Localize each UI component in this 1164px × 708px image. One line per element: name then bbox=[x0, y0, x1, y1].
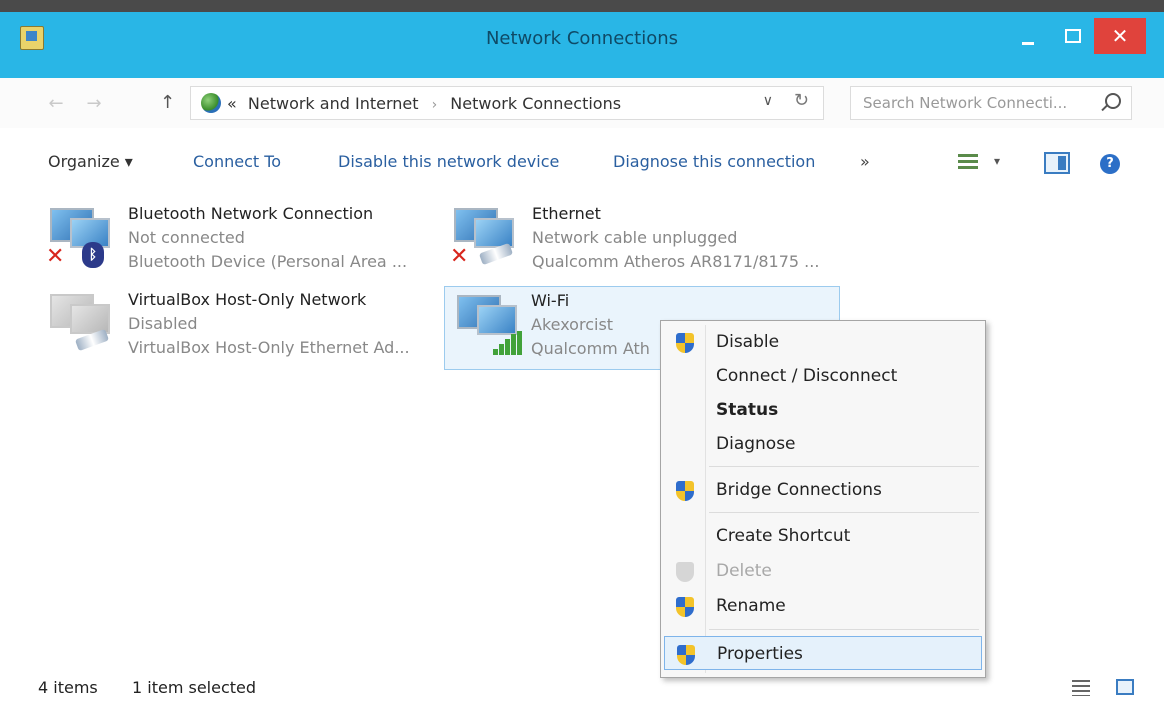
connection-device: Qualcomm Ath bbox=[531, 339, 650, 358]
menu-item-label: Delete bbox=[716, 561, 772, 581]
breadcrumb-network-and-internet[interactable]: Network and Internet bbox=[248, 94, 419, 113]
connection-device: Bluetooth Device (Personal Area ... bbox=[128, 252, 408, 271]
connection-name: Ethernet bbox=[532, 204, 601, 223]
menu-item-disable[interactable]: Disable bbox=[664, 325, 982, 359]
menu-item-properties[interactable]: Properties bbox=[664, 636, 982, 670]
title-bar[interactable]: Network Connections ✕ bbox=[0, 12, 1164, 78]
list-item-bluetooth[interactable]: ✕ ᛒ Bluetooth Network Connection Not con… bbox=[42, 200, 438, 284]
uac-shield-icon bbox=[676, 333, 694, 353]
wifi-network-icon bbox=[449, 291, 522, 355]
disable-device-button[interactable]: Disable this network device bbox=[338, 152, 559, 171]
tiles-view-icon[interactable] bbox=[1116, 679, 1134, 695]
bluetooth-icon: ᛒ bbox=[82, 242, 104, 268]
selection-count: 1 item selected bbox=[132, 678, 257, 697]
menu-separator bbox=[709, 466, 979, 467]
close-button[interactable]: ✕ bbox=[1094, 18, 1146, 54]
connection-status: Network cable unplugged bbox=[532, 228, 738, 247]
diagnose-connection-button[interactable]: Diagnose this connection bbox=[613, 152, 815, 171]
network-globe-icon bbox=[201, 93, 221, 113]
window-title: Network Connections bbox=[485, 28, 679, 49]
menu-item-label: Bridge Connections bbox=[716, 480, 882, 500]
menu-item-label: Rename bbox=[716, 596, 786, 616]
menu-separator bbox=[709, 629, 979, 630]
menu-separator bbox=[709, 512, 979, 513]
bluetooth-network-icon: ✕ ᛒ bbox=[42, 204, 110, 269]
list-item-virtualbox[interactable]: VirtualBox Host-Only Network Disabled Vi… bbox=[42, 286, 438, 370]
menu-item-delete: Delete bbox=[664, 554, 982, 588]
connection-status: Disabled bbox=[128, 314, 198, 333]
command-bar: Organize ▾ Connect To Disable this netwo… bbox=[0, 128, 1164, 200]
connection-name: Bluetooth Network Connection bbox=[128, 204, 374, 223]
connection-name: VirtualBox Host-Only Network bbox=[128, 290, 367, 309]
details-view-icon[interactable] bbox=[1072, 680, 1090, 696]
connection-device: Qualcomm Atheros AR8171/8175 ... bbox=[532, 252, 820, 271]
menu-item-label: Diagnose bbox=[716, 434, 796, 454]
menu-item-connect-disconnect[interactable]: Connect / Disconnect bbox=[664, 359, 982, 393]
search-icon[interactable] bbox=[1105, 93, 1121, 109]
address-bar: ← → ↑ « Network and Internet › Network C… bbox=[0, 78, 1164, 128]
organize-button[interactable]: Organize ▾ bbox=[48, 152, 133, 171]
connection-device: VirtualBox Host-Only Ethernet Ad... bbox=[128, 338, 410, 357]
disconnected-x-icon: ✕ bbox=[46, 244, 65, 269]
menu-item-rename[interactable]: Rename bbox=[664, 589, 982, 623]
breadcrumb-overflow[interactable]: « bbox=[227, 94, 237, 113]
list-item-ethernet[interactable]: ✕ Ethernet Network cable unplugged Qualc… bbox=[446, 200, 842, 284]
connection-name: Wi-Fi bbox=[531, 291, 570, 310]
status-bar: 4 items 1 item selected bbox=[0, 668, 1164, 708]
maximize-button[interactable] bbox=[1050, 18, 1094, 54]
connection-status: Not connected bbox=[128, 228, 245, 247]
virtualbox-network-icon bbox=[42, 290, 110, 352]
network-connections-window: Network Connections ✕ ← → ↑ « Network an… bbox=[0, 0, 1164, 708]
change-view-icon[interactable] bbox=[958, 154, 978, 172]
menu-item-create-shortcut[interactable]: Create Shortcut bbox=[664, 519, 982, 553]
search-placeholder: Search Network Connecti... bbox=[863, 94, 1068, 112]
uac-shield-icon bbox=[676, 562, 694, 582]
view-dropdown-icon[interactable]: ▾ bbox=[994, 154, 1000, 168]
menu-item-bridge-connections[interactable]: Bridge Connections bbox=[664, 473, 982, 507]
menu-item-label: Create Shortcut bbox=[716, 526, 851, 546]
search-input[interactable]: Search Network Connecti... bbox=[850, 86, 1132, 120]
back-icon[interactable]: ← bbox=[44, 92, 68, 116]
address-dropdown-icon[interactable]: ∨ bbox=[763, 93, 773, 109]
forward-icon[interactable]: → bbox=[82, 92, 106, 116]
menu-item-label: Connect / Disconnect bbox=[716, 366, 898, 386]
connections-list: ✕ ᛒ Bluetooth Network Connection Not con… bbox=[0, 200, 1164, 680]
item-count: 4 items bbox=[38, 678, 98, 697]
minimize-button[interactable] bbox=[1006, 18, 1050, 54]
breadcrumb-path: « Network and Internet › Network Connect… bbox=[227, 94, 621, 113]
disconnected-x-icon: ✕ bbox=[450, 244, 469, 269]
ethernet-icon: ✕ bbox=[446, 204, 514, 269]
connect-to-button[interactable]: Connect To bbox=[193, 152, 281, 171]
connection-status: Akexorcist bbox=[531, 315, 614, 334]
breadcrumb[interactable]: « Network and Internet › Network Connect… bbox=[190, 86, 824, 120]
menu-item-diagnose[interactable]: Diagnose bbox=[664, 427, 982, 461]
menu-item-label: Disable bbox=[716, 332, 780, 352]
refresh-icon[interactable]: ↻ bbox=[794, 90, 809, 111]
uac-shield-icon bbox=[676, 597, 694, 617]
menu-item-label: Status bbox=[716, 400, 779, 420]
more-commands-button[interactable]: » bbox=[860, 152, 870, 171]
wifi-signal-icon bbox=[493, 331, 523, 355]
breadcrumb-network-connections[interactable]: Network Connections bbox=[450, 94, 621, 113]
uac-shield-icon bbox=[677, 645, 695, 665]
menu-item-status[interactable]: Status bbox=[664, 393, 982, 427]
uac-shield-icon bbox=[676, 481, 694, 501]
breadcrumb-separator[interactable]: › bbox=[432, 97, 438, 113]
menu-item-label: Properties bbox=[717, 644, 803, 664]
help-icon[interactable]: ? bbox=[1100, 154, 1120, 174]
context-menu: Disable Connect / Disconnect Status Diag… bbox=[660, 320, 986, 678]
preview-pane-icon[interactable] bbox=[1044, 152, 1070, 174]
up-arrow-icon[interactable]: ↑ bbox=[160, 92, 175, 113]
